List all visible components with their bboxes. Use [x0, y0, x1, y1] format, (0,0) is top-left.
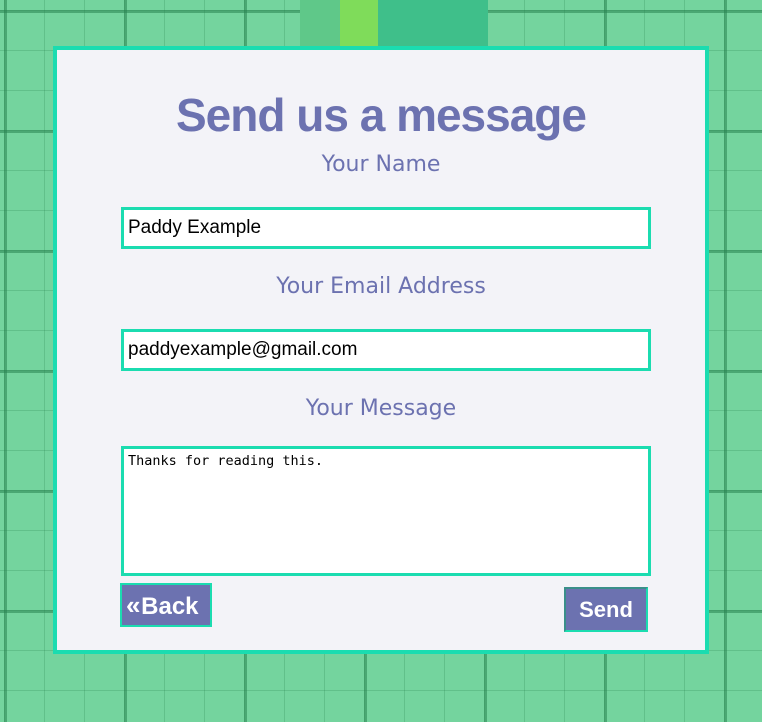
email-label: Your Email Address [276, 274, 486, 299]
name-label: Your Name [321, 152, 441, 177]
name-field[interactable] [121, 207, 651, 249]
back-button[interactable]: « Back [120, 583, 212, 627]
page-title: Send us a message [176, 89, 587, 141]
double-chevron-left-icon: « [126, 589, 141, 620]
message-label: Your Message [305, 396, 457, 421]
send-button[interactable]: Send [564, 587, 648, 632]
message-textarea[interactable]: Thanks for reading this. [121, 446, 651, 576]
email-field[interactable] [121, 329, 651, 371]
contact-form-card: Send us a message Your Name Your Email A… [53, 46, 709, 654]
back-button-label: Back [141, 592, 199, 620]
